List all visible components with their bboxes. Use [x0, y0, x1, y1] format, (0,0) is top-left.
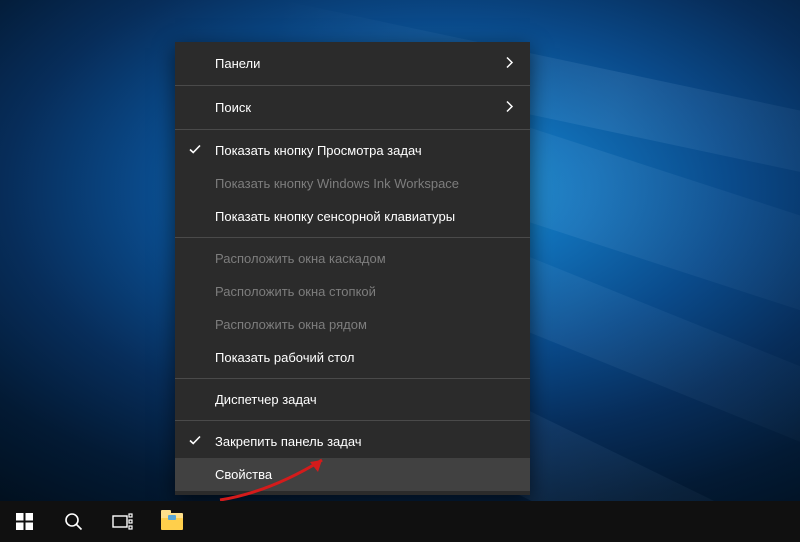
file-explorer-button[interactable]: [147, 501, 196, 542]
task-view-icon: [112, 513, 133, 530]
chevron-right-icon: [506, 56, 514, 71]
menu-item-label: Расположить окна рядом: [215, 317, 367, 332]
menu-item-label: Поиск: [215, 100, 251, 115]
menu-item-properties[interactable]: Свойства: [175, 458, 530, 491]
search-button[interactable]: [49, 501, 98, 542]
menu-item-label: Показать кнопку сенсорной клавиатуры: [215, 209, 455, 224]
menu-item-panels[interactable]: Панели: [175, 46, 530, 81]
menu-item-stacked: Расположить окна стопкой: [175, 275, 530, 308]
menu-item-show-desktop[interactable]: Показать рабочий стол: [175, 341, 530, 374]
taskbar[interactable]: [0, 501, 800, 542]
menu-item-show-taskview[interactable]: Показать кнопку Просмотра задач: [175, 134, 530, 167]
separator: [175, 420, 530, 421]
windows-logo-icon: [16, 513, 33, 530]
folder-icon: [161, 513, 183, 530]
menu-item-show-ink: Показать кнопку Windows Ink Workspace: [175, 167, 530, 200]
chevron-right-icon: [506, 100, 514, 115]
menu-item-cascade: Расположить окна каскадом: [175, 242, 530, 275]
separator: [175, 85, 530, 86]
menu-item-sidebyside: Расположить окна рядом: [175, 308, 530, 341]
menu-item-lock-taskbar[interactable]: Закрепить панель задач: [175, 425, 530, 458]
menu-item-label: Расположить окна каскадом: [215, 251, 386, 266]
menu-item-label: Закрепить панель задач: [215, 434, 362, 449]
menu-item-search[interactable]: Поиск: [175, 90, 530, 125]
menu-item-show-touch-keyboard[interactable]: Показать кнопку сенсорной клавиатуры: [175, 200, 530, 233]
menu-item-label: Диспетчер задач: [215, 392, 317, 407]
menu-item-task-manager[interactable]: Диспетчер задач: [175, 383, 530, 416]
menu-item-label: Расположить окна стопкой: [215, 284, 376, 299]
check-icon: [189, 143, 201, 158]
menu-item-label: Показать кнопку Windows Ink Workspace: [215, 176, 459, 191]
menu-item-label: Показать рабочий стол: [215, 350, 354, 365]
search-icon: [64, 512, 83, 531]
separator: [175, 129, 530, 130]
separator: [175, 378, 530, 379]
start-button[interactable]: [0, 501, 49, 542]
menu-item-label: Показать кнопку Просмотра задач: [215, 143, 422, 158]
taskbar-context-menu: Панели Поиск Показать кнопку Просмотра з…: [175, 42, 530, 495]
task-view-button[interactable]: [98, 501, 147, 542]
separator: [175, 237, 530, 238]
check-icon: [189, 434, 201, 449]
menu-item-label: Панели: [215, 56, 260, 71]
desktop[interactable]: Панели Поиск Показать кнопку Просмотра з…: [0, 0, 800, 542]
menu-item-label: Свойства: [215, 467, 272, 482]
